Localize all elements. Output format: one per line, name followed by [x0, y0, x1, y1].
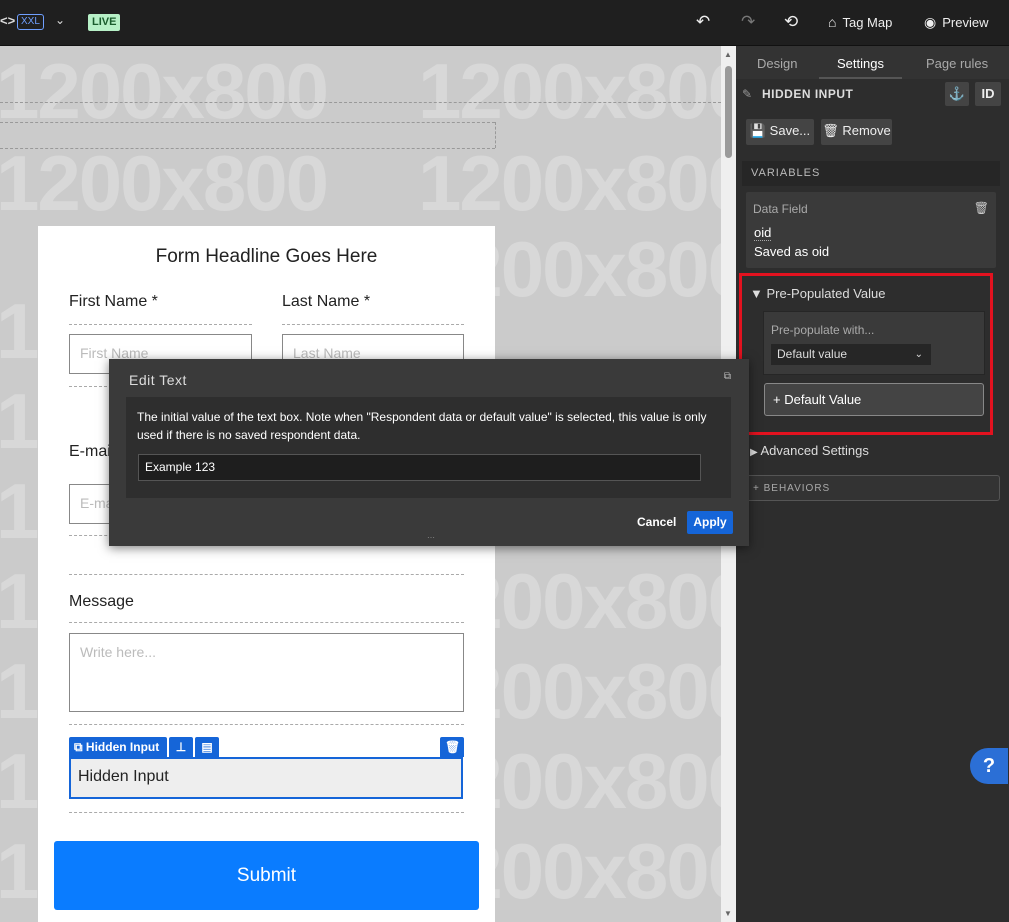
- viewport-size-badge[interactable]: XXL: [17, 14, 44, 30]
- preview-label: Preview: [942, 15, 989, 30]
- edit-text-input[interactable]: Example 123: [138, 454, 701, 481]
- live-badge: LIVE: [88, 14, 121, 31]
- watermark: 1200x800: [0, 47, 329, 135]
- data-field-box: Data Field 🗑 oid Saved as oid: [746, 192, 996, 268]
- prepop-options-box: Pre-populate with...: [763, 311, 985, 375]
- chevron-down-icon: ⌄: [914, 349, 923, 360]
- save-button[interactable]: 💾 Save...: [746, 119, 814, 145]
- undo-icon[interactable]: ↶: [696, 12, 710, 32]
- submit-button[interactable]: Submit: [54, 841, 479, 910]
- watermark: 1200x800: [0, 139, 329, 227]
- guide-line: [0, 122, 495, 123]
- last-name-label: Last Name *: [282, 293, 371, 310]
- first-name-label: First Name *: [69, 293, 158, 310]
- trash-icon[interactable]: 🗑: [440, 737, 464, 757]
- field-divider: [69, 574, 464, 575]
- layers-icon: ⧉: [74, 740, 86, 754]
- panel-tabs: Design Settings Page rules: [736, 46, 1009, 79]
- save-icon: 💾: [749, 123, 770, 138]
- resize-grip-icon[interactable]: ⋯: [427, 533, 435, 542]
- field-divider: [282, 324, 464, 325]
- data-field-value[interactable]: oid: [754, 225, 772, 241]
- prepop-with-label: Pre-populate with...: [771, 323, 875, 337]
- trash-icon: 🗑: [822, 123, 843, 138]
- scrollbar-thumb[interactable]: [725, 66, 732, 158]
- message-label: Message: [69, 593, 134, 610]
- element-title: HIDDEN INPUT: [762, 87, 854, 101]
- expand-icon[interactable]: ⧉: [724, 371, 731, 382]
- tab-page-rules[interactable]: Page rules: [926, 56, 988, 71]
- top-toolbar: <> XXL ⌄ LIVE ↶ ↷ ⟲ ⌂ Tag Map ◉ Preview: [0, 0, 1009, 46]
- tab-design[interactable]: Design: [757, 56, 797, 71]
- form-headline[interactable]: Form Headline Goes Here: [38, 246, 495, 268]
- prepop-title: Pre-Populated Value: [766, 286, 886, 301]
- settings-panel: Design Settings Page rules ✎ HIDDEN INPU…: [736, 46, 1009, 922]
- tab-settings[interactable]: Settings: [837, 56, 884, 71]
- advanced-settings-label: Advanced Settings: [760, 443, 869, 458]
- field-divider: [69, 812, 464, 813]
- data-field-label: Data Field: [753, 202, 808, 216]
- redo-icon[interactable]: ↷: [741, 12, 755, 32]
- apply-button[interactable]: Apply: [687, 511, 733, 534]
- guide-line: [495, 122, 496, 148]
- trash-icon[interactable]: 🗑: [974, 201, 989, 215]
- guide-line: [0, 148, 495, 149]
- advanced-settings-toggle[interactable]: ▶ Advanced Settings: [750, 443, 869, 458]
- eye-icon: ◉: [924, 14, 937, 30]
- scroll-up-icon[interactable]: ▲: [724, 50, 732, 59]
- remove-label: Remove: [842, 123, 891, 138]
- remove-button[interactable]: 🗑 Remove: [821, 119, 892, 145]
- tag-map-label: Tag Map: [842, 15, 893, 30]
- cancel-button[interactable]: Cancel: [637, 515, 676, 529]
- watermark: 1200x800: [418, 139, 721, 227]
- preview-button[interactable]: ◉ Preview: [924, 14, 988, 31]
- chevron-down-icon[interactable]: ⌄: [55, 13, 65, 27]
- form-card: Form Headline Goes Here First Name * Fir…: [38, 226, 495, 922]
- help-button[interactable]: ?: [970, 748, 1008, 784]
- field-divider: [69, 724, 464, 725]
- caret-right-icon: ▶: [750, 447, 761, 458]
- hidden-input-tag-label: Hidden Input: [85, 740, 160, 754]
- pencil-icon: ✎: [742, 87, 753, 101]
- caret-down-icon: ▼: [750, 286, 767, 301]
- pin-icon[interactable]: ⊥: [169, 737, 193, 757]
- layout-icon[interactable]: ▤: [195, 737, 219, 757]
- prepop-select[interactable]: Default value ⌄: [771, 344, 931, 365]
- watermark: 1200x800: [418, 47, 721, 135]
- hidden-input-field[interactable]: Hidden Input: [69, 757, 463, 799]
- dialog-body: The initial value of the text box. Note …: [126, 397, 731, 498]
- scroll-down-icon[interactable]: ▼: [724, 909, 732, 918]
- tag-icon: ⌂: [828, 14, 837, 30]
- id-button[interactable]: ID: [975, 82, 1001, 106]
- field-divider: [69, 622, 464, 623]
- saved-as-text: Saved as oid: [754, 244, 830, 259]
- behaviors-button[interactable]: + BEHAVIORS: [742, 475, 1000, 501]
- hidden-input-tag[interactable]: ⧉ Hidden Input: [69, 737, 167, 757]
- prepop-section-toggle[interactable]: ▼ Pre-Populated Value: [750, 286, 886, 301]
- anchor-icon[interactable]: ⚓: [945, 82, 969, 106]
- edit-text-dialog: Edit Text ⧉ The initial value of the tex…: [109, 359, 749, 546]
- dialog-title: Edit Text: [129, 372, 187, 388]
- code-icon[interactable]: <>: [0, 13, 15, 28]
- dialog-description: The initial value of the text box. Note …: [137, 410, 707, 442]
- save-label: Save...: [769, 123, 811, 138]
- variables-header: VARIABLES: [742, 161, 1000, 186]
- history-icon[interactable]: ⟲: [784, 12, 798, 32]
- tag-map-button[interactable]: ⌂ Tag Map: [828, 14, 892, 30]
- email-label: E-mail: [69, 443, 115, 460]
- message-textarea[interactable]: Write here...: [69, 633, 464, 712]
- default-value-button[interactable]: + Default Value: [764, 383, 984, 416]
- active-tab-indicator: [819, 77, 902, 79]
- field-divider: [69, 324, 252, 325]
- guide-line: [0, 102, 721, 103]
- prepop-select-value: Default value: [777, 347, 848, 361]
